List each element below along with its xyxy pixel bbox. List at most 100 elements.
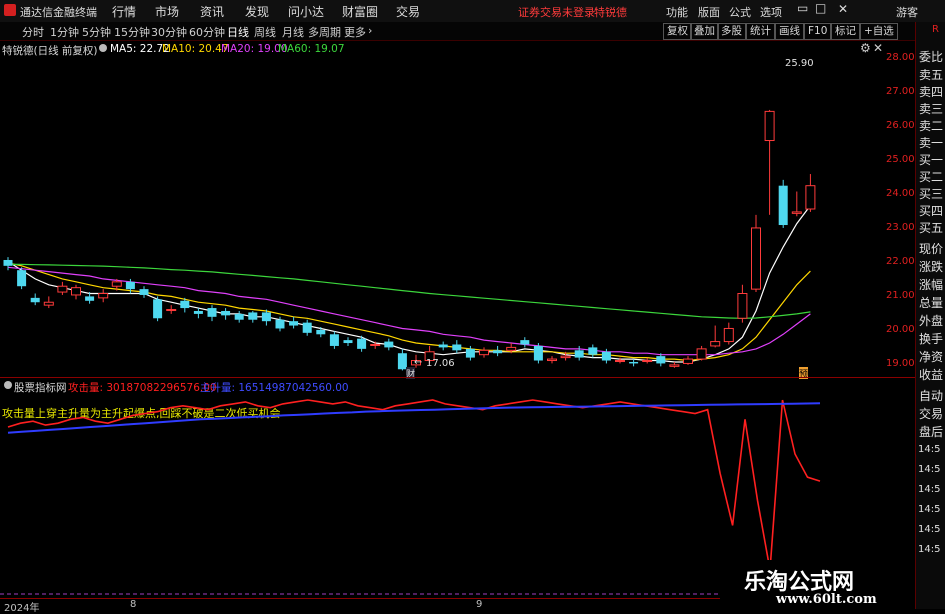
quote-label: 换手 xyxy=(919,332,944,346)
menu-xuanxiang[interactable]: 选项 xyxy=(760,4,782,20)
candle-body-down xyxy=(778,185,788,226)
candle-body-up xyxy=(751,227,761,290)
low-price-annotation: 17.06 xyxy=(426,358,455,369)
quote-label: 委比 xyxy=(919,50,944,64)
guest-label[interactable]: 游客 xyxy=(896,4,918,20)
candle-body-up xyxy=(71,287,81,296)
menu-wenxiaoda[interactable]: 问小达 xyxy=(288,3,324,20)
fuquan-button[interactable]: 复权 xyxy=(663,23,692,40)
indicator-name[interactable]: 股票指标网 xyxy=(14,380,67,395)
date-tick: 8 xyxy=(130,599,137,610)
menu-hangqing[interactable]: 行情 xyxy=(112,3,136,20)
candle-body-up xyxy=(615,360,625,363)
date-tick: 9 xyxy=(476,599,483,610)
period-more[interactable]: 更多 xyxy=(344,24,366,40)
period-daily[interactable]: 日线 xyxy=(227,24,249,40)
quote-label: 涨跌 xyxy=(919,260,944,274)
menu-caifuquan[interactable]: 财富圈 xyxy=(342,3,378,20)
price-tick: 25.00 xyxy=(886,154,915,165)
chevron-right-icon[interactable]: › xyxy=(368,24,372,37)
trade-label[interactable]: 交易 xyxy=(919,405,943,422)
candle-body-down xyxy=(221,310,231,316)
quote-label: 卖二 xyxy=(919,119,944,133)
candle-body-up xyxy=(642,360,653,363)
candle-body-up xyxy=(506,346,517,351)
ma10-line xyxy=(7,262,811,362)
indicator-settings-icon[interactable] xyxy=(4,381,12,389)
trade-time: 14:5 xyxy=(918,444,941,455)
candle-body-down xyxy=(656,356,666,364)
huaxian-button[interactable]: 画线 xyxy=(775,23,804,40)
price-tick: 21.00 xyxy=(886,290,915,301)
candlestick-chart[interactable] xyxy=(0,40,885,378)
period-weekly[interactable]: 周线 xyxy=(254,24,276,40)
low-arrow-icon: ← xyxy=(414,357,423,368)
candle-body-up xyxy=(57,285,68,293)
candle-body-down xyxy=(452,344,462,351)
quote-label: 收益 xyxy=(919,368,944,382)
candle-body-up xyxy=(805,185,816,210)
trade-time: 14:5 xyxy=(918,524,941,535)
candle-body-up xyxy=(737,293,748,319)
menu-gongshi[interactable]: 公式 xyxy=(729,4,751,20)
attack-volume-label: 攻击量: 30187082296576.00 xyxy=(68,382,217,394)
attack-volume-line xyxy=(7,399,821,570)
trade-time: 14:5 xyxy=(918,484,941,495)
high-price-annotation: 25.90 xyxy=(785,58,814,69)
auto-label[interactable]: 自动 xyxy=(919,387,943,404)
quote-label: 卖三 xyxy=(919,102,944,116)
menu-faxian[interactable]: 发现 xyxy=(245,3,269,20)
period-5min[interactable]: 5分钟 xyxy=(82,24,111,40)
restore-icon[interactable]: □ xyxy=(815,1,826,15)
period-1min[interactable]: 1分钟 xyxy=(50,24,79,40)
candle-body-down xyxy=(30,297,40,303)
f10-button[interactable]: F10 xyxy=(804,23,832,40)
candle-body-down xyxy=(85,296,95,301)
diejia-button[interactable]: 叠加 xyxy=(690,23,719,40)
menu-gongneng[interactable]: 功能 xyxy=(666,4,688,20)
app-logo-icon xyxy=(4,4,16,16)
period-fenshi[interactable]: 分时 xyxy=(22,24,44,40)
panel-r-indicator: R xyxy=(932,24,939,35)
candle-body-up xyxy=(683,358,693,364)
login-notice[interactable]: 证券交易未登录 xyxy=(518,4,595,20)
period-multi[interactable]: 多周期 xyxy=(308,24,341,40)
price-tick: 22.00 xyxy=(886,256,915,267)
menu-banmian[interactable]: 版面 xyxy=(698,4,720,20)
quote-label: 买五 xyxy=(919,221,944,235)
period-monthly[interactable]: 月线 xyxy=(282,24,304,40)
price-tick: 28.00 xyxy=(886,52,915,63)
main-volume-line xyxy=(7,402,821,434)
period-60min[interactable]: 60分钟 xyxy=(189,24,225,40)
candle-body-down xyxy=(533,345,543,361)
period-15min[interactable]: 15分钟 xyxy=(114,24,150,40)
candle-body-up xyxy=(479,349,489,356)
biaoji-button[interactable]: 标记 xyxy=(831,23,860,40)
quote-label: 买四 xyxy=(919,204,944,218)
duogu-button[interactable]: 多股 xyxy=(717,23,746,40)
candle-body-down xyxy=(588,347,598,355)
date-tick: 2024年 xyxy=(4,603,40,614)
close-icon[interactable]: ✕ xyxy=(838,2,848,16)
candle-body-down xyxy=(438,344,448,348)
menu-jiaoyi[interactable]: 交易 xyxy=(396,3,420,20)
candle-body-up xyxy=(560,355,571,359)
after-hours-label[interactable]: 盘后 xyxy=(919,423,943,440)
quote-label: 卖一 xyxy=(919,136,944,150)
watermark-url: www.60lt.com xyxy=(776,592,877,607)
candle-body-up xyxy=(43,301,54,306)
add-watchlist-button[interactable]: +自选 xyxy=(860,23,898,40)
quote-label: 涨幅 xyxy=(919,278,944,292)
indicator-header: 股票指标网 攻击量: 30187082296576.00 主升量: 165149… xyxy=(0,379,915,395)
minimize-icon[interactable]: ▭ xyxy=(797,1,808,15)
menu-shichang[interactable]: 市场 xyxy=(155,3,179,20)
tongji-button[interactable]: 统计 xyxy=(746,23,775,40)
period-30min[interactable]: 30分钟 xyxy=(151,24,187,40)
candle-body-up xyxy=(370,343,381,346)
candle-body-up xyxy=(669,364,680,367)
quote-label: 现价 xyxy=(919,242,944,256)
candle-body-up xyxy=(791,211,802,214)
menu-zixun[interactable]: 资讯 xyxy=(200,3,224,20)
panel-divider xyxy=(0,377,915,378)
quote-label: 买二 xyxy=(919,170,944,184)
